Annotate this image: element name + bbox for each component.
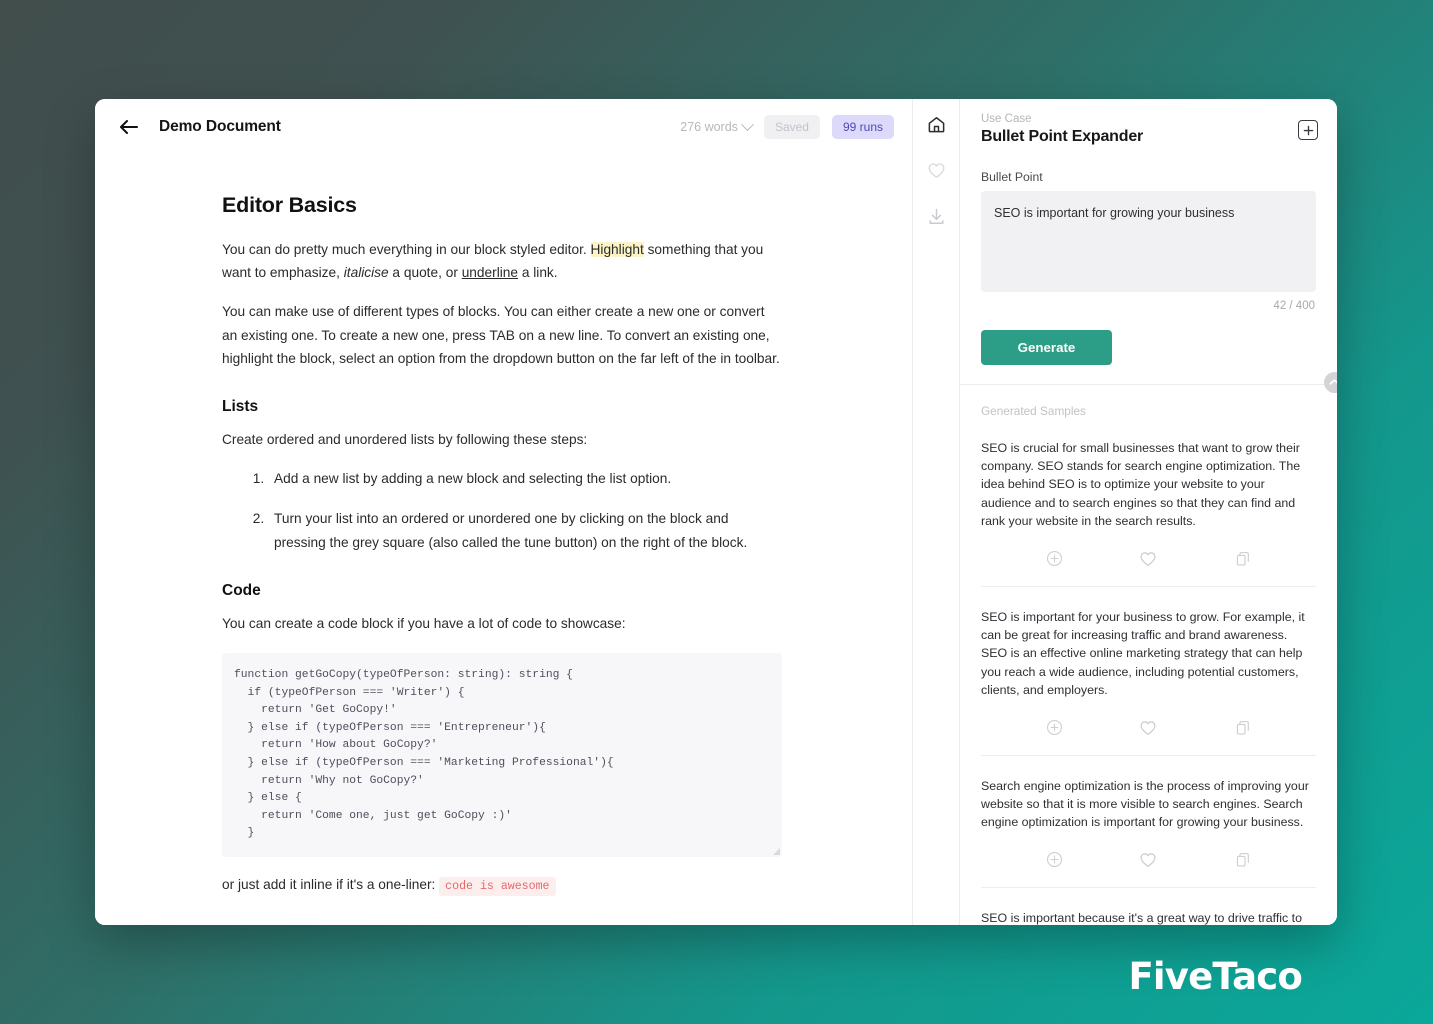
underlined-link[interactable]: underline <box>462 265 518 280</box>
inline-code: code is awesome <box>439 876 556 896</box>
doc-lists-intro: Create ordered and unordered lists by fo… <box>222 432 588 448</box>
sample-card: SEO is crucial for small businesses that… <box>981 418 1316 587</box>
editor-header-actions: 276 words Saved 99 runs <box>680 115 894 139</box>
use-case-panel: Use Case Bullet Point Expander Bullet Po… <box>959 99 1337 925</box>
doc-paragraph-2: You can make use of different types of b… <box>222 304 780 366</box>
italic-text: italicise <box>343 265 389 281</box>
sample-card: SEO is important because it's a great wa… <box>981 888 1316 925</box>
list-item: Turn your list into an ordered or unorde… <box>268 507 782 553</box>
favorite-button[interactable] <box>1137 717 1159 739</box>
heart-icon <box>1140 853 1156 867</box>
page-title: Demo Document <box>159 118 281 135</box>
app-window: Demo Document 276 words Saved 99 runs Ed… <box>95 99 1337 925</box>
favorite-button[interactable] <box>1137 849 1159 871</box>
generated-samples-label: Generated Samples <box>981 403 1086 418</box>
status-badge-saved: Saved <box>763 115 820 139</box>
doc-paragraph-1: You can do pretty much everything in our… <box>222 238 782 284</box>
para1-part-a: You can do pretty much everything in our… <box>222 242 591 257</box>
plus-circle-icon <box>1046 551 1062 567</box>
use-case-name: Bullet Point Expander <box>981 128 1144 145</box>
doc-heading-code: Code <box>222 581 261 599</box>
copy-icon <box>1236 720 1249 735</box>
plus-circle-icon <box>1046 852 1062 868</box>
editor-header: Demo Document 276 words Saved 99 runs <box>95 99 912 155</box>
icon-rail <box>912 99 959 925</box>
chevron-up-icon <box>1329 379 1337 385</box>
doc-ordered-list: Add a new list by adding a new block and… <box>268 467 782 554</box>
sample-text: SEO is crucial for small businesses that… <box>981 440 1301 529</box>
sample-actions <box>981 832 1316 887</box>
sample-actions <box>981 700 1316 755</box>
plus-icon <box>1303 125 1313 135</box>
rail-item-favorites[interactable] <box>923 157 949 183</box>
rail-item-home[interactable] <box>923 111 949 137</box>
list-item: Add a new list by adding a new block and… <box>268 467 782 490</box>
heart-icon <box>1140 720 1156 735</box>
word-count-label: 276 words <box>680 120 738 134</box>
copy-icon <box>1236 852 1249 867</box>
para1-part-d: a link. <box>518 265 558 281</box>
home-icon <box>928 116 944 132</box>
sample-text: Search engine optimization is the proces… <box>981 778 1309 830</box>
doc-heading-editor-basics: Editor Basics <box>222 193 357 217</box>
heart-icon <box>928 162 944 178</box>
use-case-label: Use Case <box>981 113 1032 125</box>
sample-actions <box>981 531 1316 586</box>
sample-text: SEO is important because it's a great wa… <box>981 910 1302 925</box>
word-count-dropdown[interactable]: 276 words <box>680 117 754 134</box>
document-body[interactable]: Editor Basics You can do pretty much eve… <box>95 155 912 896</box>
panel-header: Use Case Bullet Point Expander <box>960 99 1337 146</box>
insert-button[interactable] <box>1043 849 1065 871</box>
copy-icon <box>1236 551 1249 566</box>
copy-button[interactable] <box>1232 849 1254 871</box>
bullet-point-input[interactable]: SEO is important for growing your busine… <box>981 191 1316 292</box>
character-counter: 42 / 400 <box>1273 299 1315 312</box>
doc-inline-code-line: or just add it inline if it's a one-line… <box>222 876 782 896</box>
insert-button[interactable] <box>1043 717 1065 739</box>
download-icon <box>928 208 944 224</box>
sample-card: Search engine optimization is the proces… <box>981 756 1316 888</box>
generated-samples-list[interactable]: SEO is crucial for small businesses that… <box>960 418 1337 925</box>
copy-button[interactable] <box>1232 548 1254 570</box>
insert-button[interactable] <box>1043 548 1065 570</box>
highlighted-text: Highlight <box>590 242 644 257</box>
back-button[interactable] <box>115 114 141 140</box>
inline-intro-text: or just add it inline if it's a one-line… <box>222 876 440 892</box>
sample-text: SEO is important for your business to gr… <box>981 609 1305 698</box>
heart-icon <box>1140 551 1156 566</box>
sample-card: SEO is important for your business to gr… <box>981 587 1316 756</box>
arrow-left-icon <box>119 120 138 134</box>
doc-heading-lists: Lists <box>222 398 259 416</box>
chevron-down-icon <box>741 117 754 131</box>
editor-pane: Demo Document 276 words Saved 99 runs Ed… <box>95 99 912 925</box>
rail-item-download[interactable] <box>923 203 949 229</box>
add-use-case-button[interactable] <box>1298 120 1318 140</box>
favorite-button[interactable] <box>1137 548 1159 570</box>
copy-button[interactable] <box>1232 717 1254 739</box>
plus-circle-icon <box>1046 720 1062 736</box>
code-block[interactable]: function getGoCopy(typeOfPerson: string)… <box>222 653 782 857</box>
collapse-panel-button[interactable] <box>1324 371 1337 393</box>
brand-logo: FiveTaco <box>1128 955 1302 998</box>
doc-code-intro: You can create a code block if you have … <box>222 615 626 631</box>
panel-divider <box>960 371 1337 393</box>
para1-part-c: a quote, or <box>388 265 462 281</box>
status-badge-runs[interactable]: 99 runs <box>831 115 894 139</box>
bullet-point-label: Bullet Point <box>981 170 1043 184</box>
generate-button[interactable]: Generate <box>981 329 1112 365</box>
